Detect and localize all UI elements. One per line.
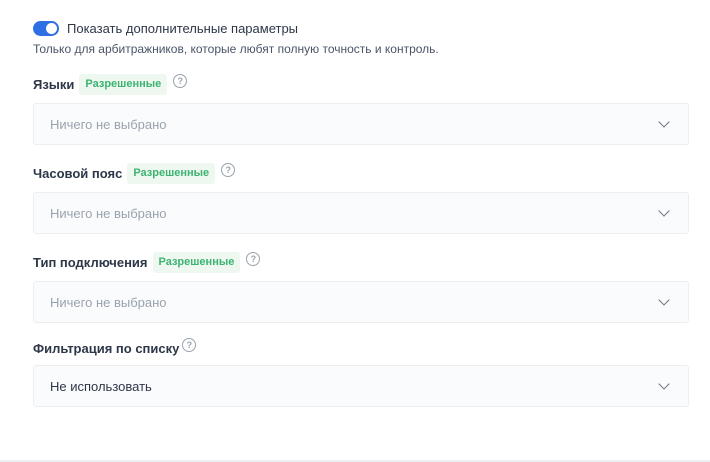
field-label-row: Тип подключения Разрешенные ? <box>33 251 689 273</box>
connection-type-select[interactable]: Ничего не выбрано <box>33 281 689 323</box>
chevron-down-icon <box>658 116 670 128</box>
select-value: Ничего не выбрано <box>50 116 167 132</box>
allowed-badge: Разрешенные <box>79 73 168 95</box>
field-label-row: Языки Разрешенные ? <box>33 73 689 95</box>
field-languages: Языки Разрешенные ? Ничего не выбрано <box>33 73 689 145</box>
allowed-badge: Разрешенные <box>127 162 216 184</box>
field-label-row: Часовой пояс Разрешенные ? <box>33 162 689 184</box>
toggle-knob <box>46 22 57 34</box>
advanced-params-toggle[interactable] <box>33 20 59 36</box>
select-value: Ничего не выбрано <box>50 294 167 310</box>
advanced-settings-panel: Показать дополнительные параметры Только… <box>33 18 689 407</box>
list-filtering-select[interactable]: Не использовать <box>33 365 689 407</box>
field-label: Часовой пояс <box>33 165 123 181</box>
languages-select[interactable]: Ничего не выбрано <box>33 103 689 145</box>
question-circle-icon[interactable]: ? <box>221 163 236 177</box>
field-connection-type: Тип подключения Разрешенные ? Ничего не … <box>33 251 689 323</box>
field-timezone: Часовой пояс Разрешенные ? Ничего не выб… <box>33 162 689 234</box>
field-list-filtering: Фильтрация по списку ? Не использовать <box>33 337 689 407</box>
allowed-badge: Разрешенные <box>152 251 241 273</box>
question-circle-icon[interactable]: ? <box>182 338 197 352</box>
timezone-select[interactable]: Ничего не выбрано <box>33 192 689 234</box>
field-label: Языки <box>33 76 75 92</box>
toggle-label: Показать дополнительные параметры <box>67 20 299 36</box>
advanced-params-hint: Только для арбитражников, которые любят … <box>33 42 439 56</box>
select-value: Не использовать <box>50 378 152 394</box>
field-label-row: Фильтрация по списку ? <box>33 337 689 359</box>
question-circle-icon[interactable]: ? <box>173 74 188 88</box>
select-value: Ничего не выбрано <box>50 205 167 221</box>
field-label: Фильтрация по списку <box>33 340 180 356</box>
chevron-down-icon <box>658 205 670 217</box>
field-label: Тип подключения <box>33 254 148 270</box>
advanced-params-toggle-row[interactable]: Показать дополнительные параметры <box>33 18 689 38</box>
chevron-down-icon <box>658 378 670 390</box>
chevron-down-icon <box>658 294 670 306</box>
question-circle-icon[interactable]: ? <box>246 252 261 266</box>
